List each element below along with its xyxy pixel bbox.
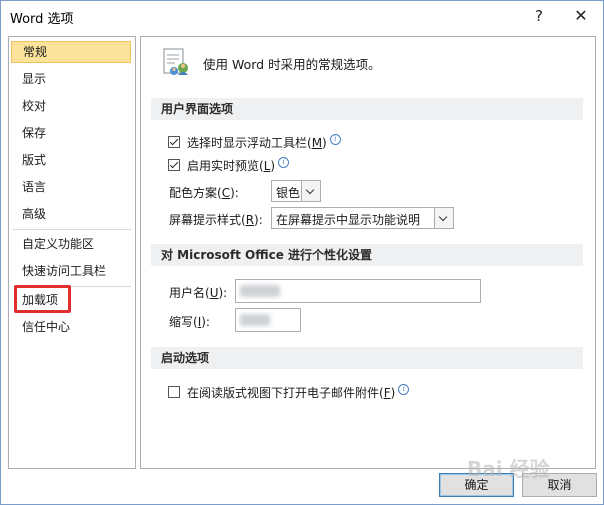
color-scheme-dropdown[interactable]: 银色	[271, 180, 321, 202]
word-options-dialog: Word 选项 ? ✕ 常规 显示 校对 保存 版式 语言 高级 自定义功能区 …	[0, 0, 604, 505]
section-header-startup: 启动选项	[151, 347, 583, 369]
sidebar-item-proofing[interactable]: 校对	[11, 95, 131, 117]
cancel-button[interactable]: 取消	[522, 473, 597, 497]
blurred-initials	[240, 314, 270, 326]
sidebar-item-display[interactable]: 显示	[11, 68, 131, 90]
help-button[interactable]: ?	[517, 1, 561, 31]
info-icon: i	[398, 384, 410, 395]
color-scheme-value: 银色	[276, 186, 301, 200]
title-bar: Word 选项 ? ✕	[1, 1, 603, 33]
sidebar-item-customize-ribbon[interactable]: 自定义功能区	[11, 233, 131, 255]
username-label: 用户名(U):	[169, 286, 228, 300]
username-input[interactable]	[235, 279, 481, 303]
general-options-icon	[163, 48, 188, 75]
section-header-personalize: 对 Microsoft Office 进行个性化设置	[151, 244, 583, 266]
chevron-down-icon	[301, 181, 320, 201]
section-header-ui-options: 用户界面选项	[151, 98, 583, 120]
mini-toolbar-checkbox[interactable]	[168, 136, 180, 148]
options-sidebar: 常规 显示 校对 保存 版式 语言 高级 自定义功能区 快速访问工具栏 加载项 …	[8, 36, 136, 469]
reading-view-checkbox[interactable]	[168, 386, 180, 398]
ok-button[interactable]: 确定	[439, 473, 514, 497]
live-preview-label: 启用实时预览(L) i	[187, 157, 290, 174]
screentip-style-value: 在屏幕提示中显示功能说明	[276, 213, 421, 227]
general-options-panel: 使用 Word 时采用的常规选项。 用户界面选项 选择时显示浮动工具栏(M) i …	[140, 36, 596, 469]
chevron-down-icon	[434, 208, 453, 228]
reading-view-label: 在阅读版式视图下打开电子邮件附件(F) i	[187, 384, 410, 401]
info-icon: i	[278, 157, 290, 168]
sidebar-item-general[interactable]: 常规	[11, 41, 131, 63]
sidebar-item-layout[interactable]: 版式	[11, 149, 131, 171]
sidebar-item-save[interactable]: 保存	[11, 122, 131, 144]
initials-input[interactable]	[235, 308, 301, 332]
add-ins-highlight-box	[14, 285, 71, 313]
sidebar-divider	[13, 229, 131, 230]
close-button[interactable]: ✕	[559, 1, 603, 31]
sidebar-item-language[interactable]: 语言	[11, 176, 131, 198]
sidebar-item-advanced[interactable]: 高级	[11, 203, 131, 225]
initials-label: 缩写(I):	[169, 315, 210, 329]
screentip-style-dropdown[interactable]: 在屏幕提示中显示功能说明	[271, 207, 454, 229]
screentip-style-label: 屏幕提示样式(R):	[169, 213, 263, 227]
sidebar-item-quick-access-toolbar[interactable]: 快速访问工具栏	[11, 260, 131, 282]
window-title: Word 选项	[10, 12, 74, 27]
info-icon: i	[329, 134, 341, 145]
sidebar-item-trust-center[interactable]: 信任中心	[11, 316, 131, 338]
live-preview-checkbox[interactable]	[168, 159, 180, 171]
blurred-username	[240, 285, 280, 297]
color-scheme-label: 配色方案(C):	[169, 186, 239, 200]
panel-heading: 使用 Word 时采用的常规选项。	[203, 57, 381, 72]
mini-toolbar-label: 选择时显示浮动工具栏(M) i	[187, 134, 341, 151]
